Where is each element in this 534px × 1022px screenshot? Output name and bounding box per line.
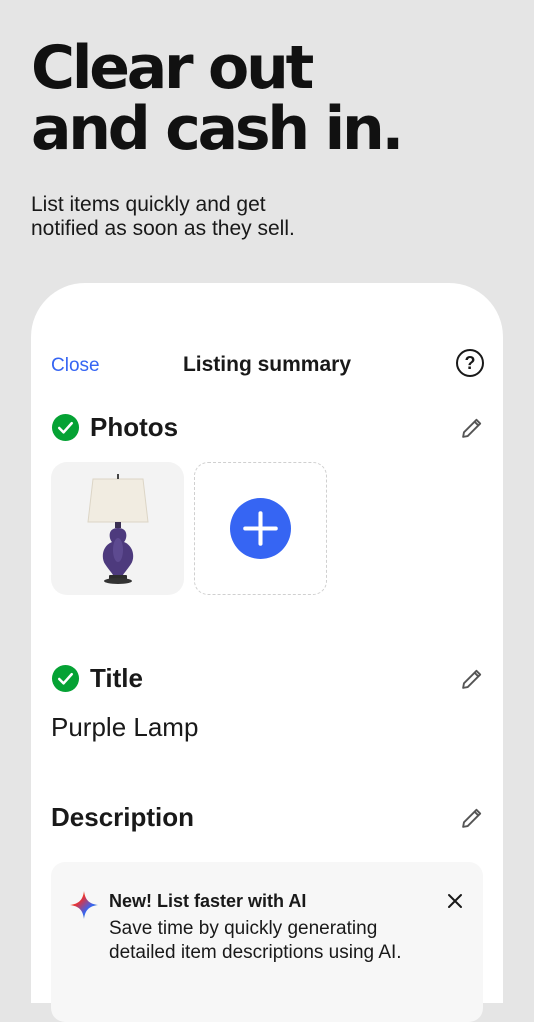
- phone-mockup: Close Listing summary ? Photos Title Pur…: [31, 283, 503, 1022]
- title-value: Purple Lamp: [51, 712, 199, 742]
- title-section-header: Title: [51, 662, 143, 694]
- help-icon[interactable]: ?: [456, 349, 484, 377]
- check-circle-icon: [51, 664, 80, 692]
- ai-card-heading: New! List faster with AI: [109, 891, 307, 911]
- ai-sparkle-icon: [70, 891, 98, 919]
- ai-card-body: Save time by quickly generating detailed…: [109, 918, 402, 963]
- headline-line-1: Clear out: [31, 33, 314, 103]
- title-heading: Title: [90, 662, 143, 693]
- purple-lamp-photo: [87, 474, 149, 584]
- photo-thumbnail[interactable]: [51, 462, 184, 595]
- photos-heading: Photos: [90, 411, 179, 442]
- plus-icon[interactable]: [230, 498, 291, 559]
- promo-headline: Clear out and cash in.: [31, 38, 511, 160]
- listing-top-bar: Close Listing summary ?: [31, 347, 503, 385]
- ai-promo-card: New! List faster with AI Save time by qu…: [51, 862, 483, 1022]
- promo-subtext: List items quickly and get notified as s…: [31, 193, 451, 241]
- description-heading: Description: [51, 801, 195, 832]
- description-section-header: Description: [51, 801, 194, 833]
- edit-photos-pencil-icon[interactable]: [460, 415, 485, 440]
- add-photo-slot[interactable]: [194, 462, 327, 595]
- subtext-line-1: List items quickly and get: [31, 193, 266, 216]
- close-icon[interactable]: [447, 893, 463, 909]
- subtext-line-2: notified as soon as they sell.: [31, 217, 295, 240]
- check-circle-icon: [51, 413, 80, 441]
- headline-line-2: and cash in.: [31, 94, 404, 164]
- edit-title-pencil-icon[interactable]: [460, 666, 485, 691]
- photos-section-header: Photos: [51, 411, 178, 443]
- edit-description-pencil-icon[interactable]: [460, 805, 485, 830]
- screen-title: Listing summary: [182, 353, 352, 376]
